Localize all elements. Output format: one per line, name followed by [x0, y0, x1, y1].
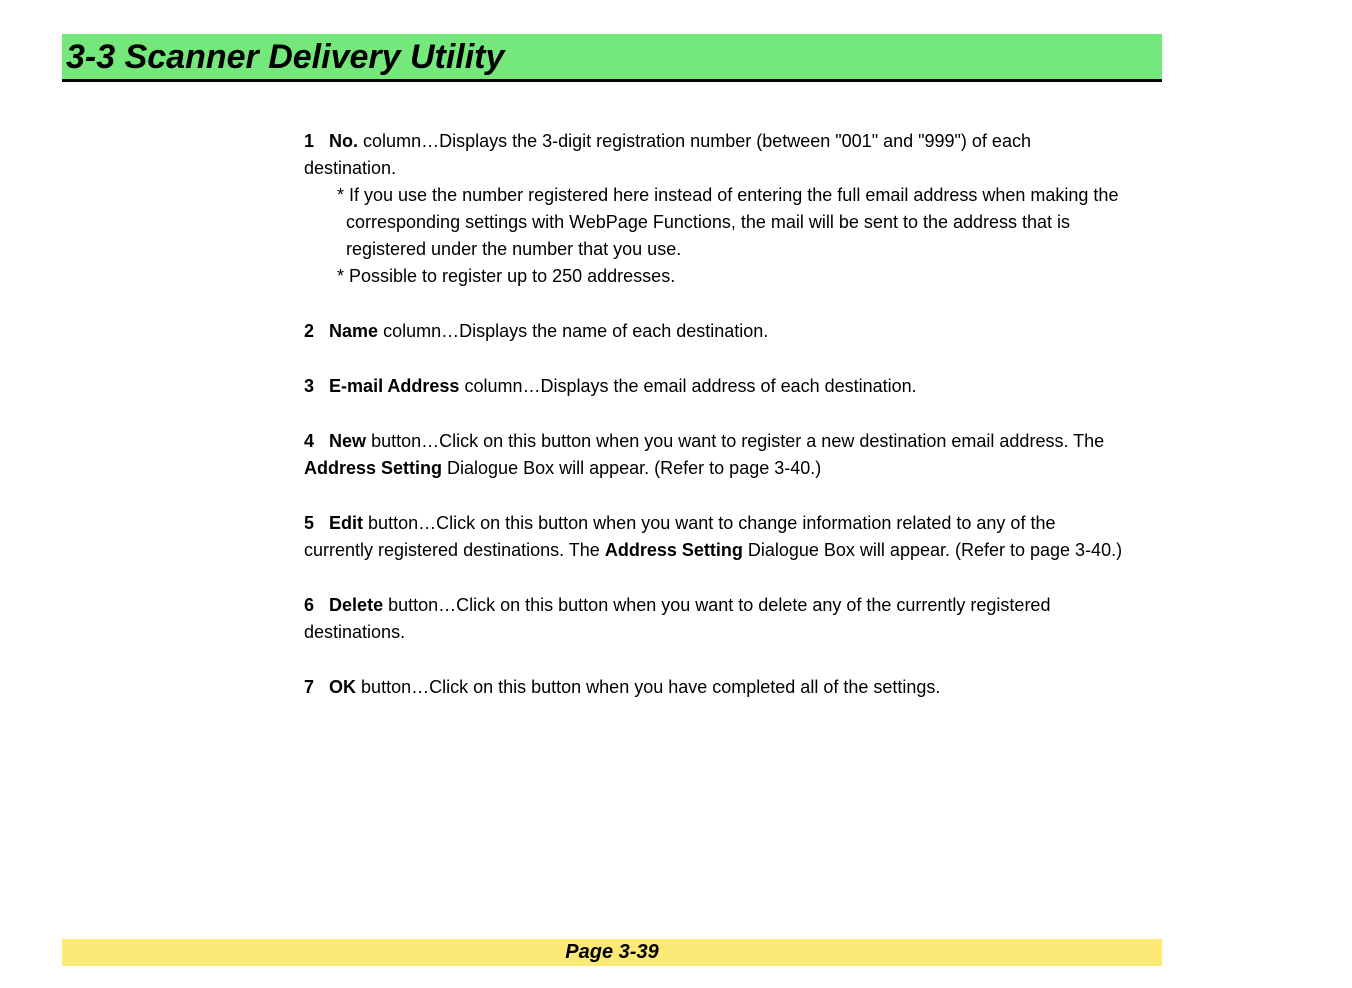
page-number: Page 3-39	[565, 941, 658, 963]
section-title: 3-3 Scanner Delivery Utility	[66, 38, 504, 76]
item-label: No.	[329, 131, 358, 151]
item-number: 3	[304, 376, 314, 396]
item-text: column…Displays the 3-digit registration…	[304, 131, 1031, 178]
item-label: Edit	[329, 513, 363, 533]
item-number: 5	[304, 513, 314, 533]
item-label: OK	[329, 677, 356, 697]
list-item: 6 Delete button…Click on this button whe…	[304, 592, 1124, 646]
item-text-after: Dialogue Box will appear. (Refer to page…	[743, 540, 1122, 560]
list-item: 7 OK button…Click on this button when yo…	[304, 674, 1124, 701]
item-text: button…Click on this button when you wan…	[304, 595, 1050, 642]
item-label: New	[329, 431, 366, 451]
item-number: 4	[304, 431, 314, 451]
list-item: 4 New button…Click on this button when y…	[304, 428, 1124, 482]
item-text: button…Click on this button when you wan…	[366, 431, 1104, 451]
item-text: column…Displays the name of each destina…	[378, 321, 768, 341]
list-item: 3 E-mail Address column…Displays the ema…	[304, 373, 1124, 400]
item-text-after: Dialogue Box will appear. (Refer to page…	[442, 458, 821, 478]
item-text: button…Click on this button when you hav…	[356, 677, 940, 697]
item-number: 2	[304, 321, 314, 341]
sub-note-text: * If you use the number registered here …	[332, 182, 1124, 263]
item-number: 1	[304, 131, 314, 151]
sub-note: * Possible to register up to 250 address…	[304, 263, 1124, 290]
content-body: 1 No. column…Displays the 3-digit regist…	[304, 128, 1124, 701]
item-number: 6	[304, 595, 314, 615]
sub-note-text: * Possible to register up to 250 address…	[332, 263, 1124, 290]
sub-note: * If you use the number registered here …	[304, 182, 1124, 263]
item-bold2: Address Setting	[304, 458, 442, 478]
item-label: E-mail Address	[329, 376, 459, 396]
list-item: 5 Edit button…Click on this button when …	[304, 510, 1124, 564]
section-header: 3-3 Scanner Delivery Utility	[62, 34, 1162, 82]
item-bold2: Address Setting	[605, 540, 743, 560]
list-item: 2 Name column…Displays the name of each …	[304, 318, 1124, 345]
list-item: 1 No. column…Displays the 3-digit regist…	[304, 128, 1124, 290]
page-footer: Page 3-39	[62, 939, 1162, 966]
item-text: column…Displays the email address of eac…	[459, 376, 916, 396]
item-number: 7	[304, 677, 314, 697]
item-label: Name	[329, 321, 378, 341]
item-label: Delete	[329, 595, 383, 615]
